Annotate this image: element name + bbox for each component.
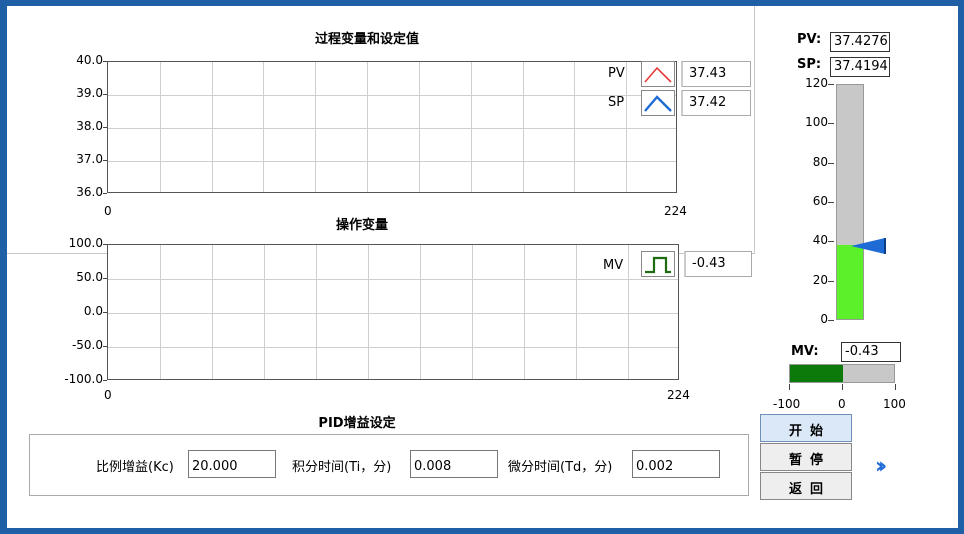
- mv-chart-grid: [108, 245, 678, 379]
- pv-sp-y-tick-label: 40.0: [76, 53, 103, 67]
- sp-indicator-label: SP:: [797, 57, 822, 72]
- step-line-icon: [645, 256, 671, 274]
- legend-swatch-pv[interactable]: [641, 61, 675, 87]
- mv-bar-tick-mark: [895, 384, 896, 390]
- pv-sp-chart-grid: [108, 62, 676, 192]
- tank-tick-mark: [828, 281, 834, 282]
- mv-bar-tick-label: -100: [773, 397, 801, 411]
- tank-tick-mark: [828, 320, 834, 321]
- pv-sp-y-tick-label: 38.0: [76, 119, 103, 133]
- mv-y-tick-mark: [103, 312, 107, 313]
- pid-gain-title: PID增益设定: [318, 416, 396, 431]
- mv-x-tick-min: 0: [104, 388, 112, 402]
- mv-y-tick-label: -100.0: [64, 372, 103, 386]
- legend-label-mv: MV: [603, 258, 624, 273]
- tank-tick-mark: [828, 241, 834, 242]
- mv-bar-tick-label: 0: [838, 397, 846, 411]
- tank-tick-label: 60: [812, 194, 828, 208]
- mv-y-tick-mark: [103, 278, 107, 279]
- mv-y-tick-label: 50.0: [76, 270, 103, 284]
- pv-indicator-value: 37.4276: [830, 32, 890, 52]
- pv-sp-x-tick-max: 224: [664, 204, 687, 218]
- line-triangle-icon: [644, 95, 672, 112]
- tank-tick-mark: [828, 84, 834, 85]
- tank-tick-mark: [828, 123, 834, 124]
- main-panel: 过程变量和设定值 40.0 39.0 38.0 37.0 36.0 0 224 PV 3…: [7, 6, 958, 528]
- ti-label: 积分时间(Ti，分): [292, 460, 392, 475]
- tank-tick-label: 40: [812, 233, 828, 248]
- pv-sp-y-tick-mark: [103, 160, 107, 161]
- pv-indicator-label: PV:: [797, 32, 822, 47]
- pause-button[interactable]: 暂停: [760, 443, 852, 471]
- mv-indicator-value: -0.43: [841, 342, 901, 362]
- pv-sp-chart-title: 过程变量和设定值: [314, 32, 419, 47]
- legend-swatch-mv[interactable]: [641, 251, 675, 277]
- pv-tank-fill: [837, 245, 863, 319]
- tank-tick-label: 100: [805, 115, 828, 130]
- mv-indicator-label: MV:: [791, 344, 819, 359]
- tank-tick-label: 20: [812, 272, 828, 287]
- mv-bar-tick-label: 100: [883, 397, 906, 411]
- mv-bar-gauge: [789, 364, 895, 383]
- pv-sp-y-tick-mark: [103, 94, 107, 95]
- mv-y-tick-label: 0.0: [83, 304, 103, 318]
- start-button[interactable]: 开始: [760, 414, 852, 442]
- td-label: 微分时间(Td，分): [508, 460, 613, 475]
- mv-y-tick-label: 100.0: [68, 236, 103, 250]
- pv-tank-gauge: [836, 84, 864, 320]
- legend-value-pv: 37.43: [681, 61, 751, 87]
- pv-sp-y-tick-mark: [103, 127, 107, 128]
- legend-swatch-sp[interactable]: [641, 90, 675, 116]
- mv-y-tick-mark: [103, 346, 107, 347]
- sp-slider-marker-icon[interactable]: [849, 236, 889, 256]
- legend-value-sp: 37.42: [681, 90, 751, 116]
- pv-sp-x-tick-min: 0: [104, 204, 112, 218]
- kc-input[interactable]: [188, 450, 276, 478]
- tank-tick-label: 0: [820, 312, 828, 326]
- mv-bar-fill: [790, 365, 843, 382]
- pv-sp-y-tick-label: 37.0: [76, 152, 103, 166]
- pid-gain-group: 比例增益(Kc) 积分时间(Ti，分) 微分时间(Td，分): [29, 434, 749, 496]
- ti-input[interactable]: [410, 450, 498, 478]
- mv-y-tick-label: -50.0: [71, 338, 103, 352]
- pv-sp-y-tick-mark: [103, 193, 107, 194]
- kc-label: 比例增益(Kc): [96, 460, 174, 475]
- legend-value-mv: -0.43: [684, 251, 752, 277]
- legend-label-pv: PV: [608, 66, 625, 81]
- double-chevron-right-icon[interactable]: ››: [875, 454, 887, 479]
- mv-y-tick-mark: [103, 244, 107, 245]
- mv-x-tick-max: 224: [667, 388, 690, 402]
- pv-sp-y-tick-label: 39.0: [76, 86, 103, 100]
- tank-tick-mark: [828, 163, 834, 164]
- pv-sp-chart-plot: [107, 61, 677, 193]
- mv-y-tick-mark: [103, 380, 107, 381]
- pv-sp-y-tick-label: 36.0: [76, 185, 103, 199]
- pv-sp-y-tick-mark: [103, 61, 107, 62]
- tank-tick-label: 80: [812, 154, 828, 169]
- td-input[interactable]: [632, 450, 720, 478]
- mv-chart-title: 操作变量: [335, 218, 388, 233]
- legend-label-sp: SP: [608, 95, 625, 110]
- mv-bar-tick-mark: [789, 384, 790, 390]
- tank-tick-label: 120: [805, 76, 828, 90]
- sp-indicator-value: 37.4194: [830, 57, 890, 77]
- tank-tick-mark: [828, 202, 834, 203]
- line-triangle-icon: [644, 66, 672, 83]
- back-button[interactable]: 返回: [760, 472, 852, 500]
- mv-bar-tick-mark: [842, 384, 843, 390]
- mv-chart-plot: [107, 244, 679, 380]
